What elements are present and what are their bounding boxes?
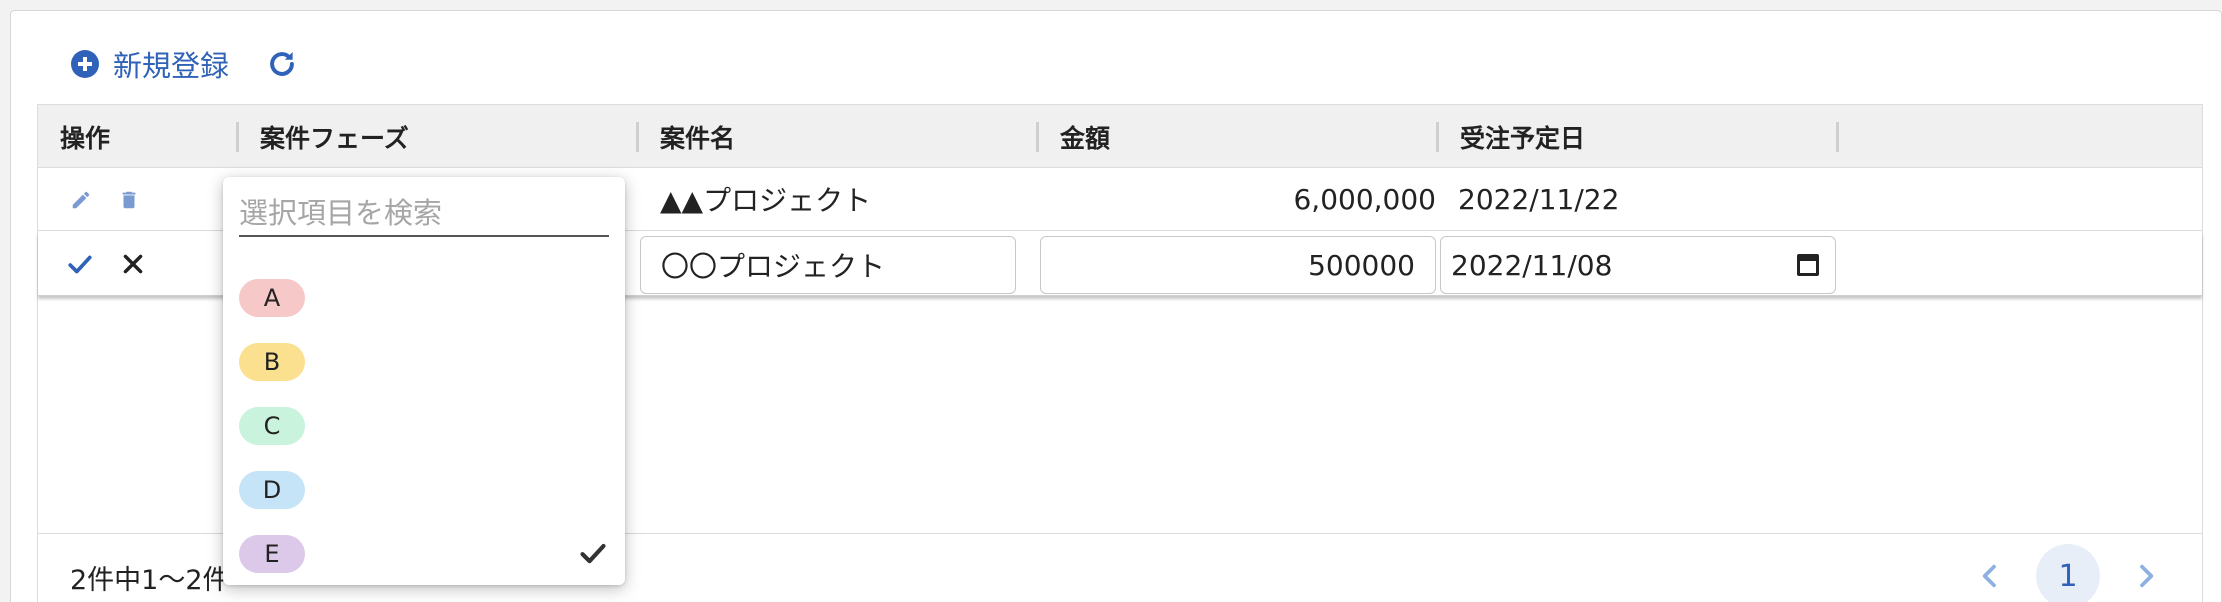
phase-chip: B (239, 343, 305, 381)
plus-circle-icon (71, 50, 99, 78)
option-search-input[interactable] (239, 191, 609, 237)
table-card: 新規登録 操作 案件フェーズ 案件名 金額 受注予定日 ▲▲プロジェクト 6,0… (10, 10, 2222, 602)
column-header-phase: 案件フェーズ (260, 123, 409, 153)
phase-chip: E (239, 535, 305, 573)
pagination-summary: 2件中1〜2件 (70, 565, 230, 596)
project-name-input[interactable] (640, 236, 1016, 294)
cancel-close-icon[interactable] (120, 251, 146, 277)
project-name-cell: ▲▲プロジェクト (660, 184, 872, 217)
order-date-cell: 2022/11/22 (1458, 182, 1620, 216)
save-check-icon[interactable] (66, 251, 94, 277)
phase-chip: C (239, 407, 305, 445)
column-header-name: 案件名 (660, 123, 736, 153)
column-header-amount: 金額 (1060, 123, 1111, 153)
column-header-order-date: 受注予定日 (1460, 123, 1586, 153)
column-header-actions: 操作 (60, 123, 111, 153)
selected-check-icon (580, 543, 606, 564)
amount-cell: 6,000,000 (1293, 182, 1436, 216)
order-date-value: 2022/11/08 (1451, 248, 1613, 282)
dropdown-option-selected[interactable]: E (223, 521, 625, 585)
calendar-icon[interactable] (1797, 254, 1819, 276)
column-resizer[interactable] (1036, 122, 1039, 152)
chevron-left-icon[interactable] (1974, 560, 2006, 592)
chevron-right-icon[interactable] (2130, 560, 2162, 592)
column-resizer[interactable] (236, 122, 239, 152)
dropdown-option[interactable]: B (223, 329, 625, 393)
amount-input[interactable] (1040, 236, 1436, 294)
column-resizer[interactable] (1436, 122, 1439, 152)
dropdown-option[interactable]: C (223, 393, 625, 457)
refresh-icon[interactable] (265, 47, 299, 81)
trash-icon[interactable] (118, 188, 140, 212)
column-resizer[interactable] (1836, 122, 1839, 152)
phase-chip: D (239, 471, 305, 509)
order-date-input[interactable]: 2022/11/08 (1440, 236, 1836, 294)
add-new-button[interactable]: 新規登録 (71, 43, 229, 85)
dropdown-option[interactable]: A (223, 265, 625, 329)
pagination: 1 (1974, 544, 2162, 602)
pencil-icon[interactable] (70, 189, 92, 211)
grid-header: 操作 案件フェーズ 案件名 金額 受注予定日 (38, 105, 2202, 168)
add-new-label: 新規登録 (113, 49, 230, 83)
column-resizer[interactable] (636, 122, 639, 152)
phase-select-dropdown: A B C D E (223, 177, 625, 585)
page-button[interactable]: 1 (2036, 544, 2100, 602)
dropdown-option[interactable]: D (223, 457, 625, 521)
phase-chip: A (239, 279, 305, 317)
toolbar: 新規登録 (71, 41, 299, 87)
